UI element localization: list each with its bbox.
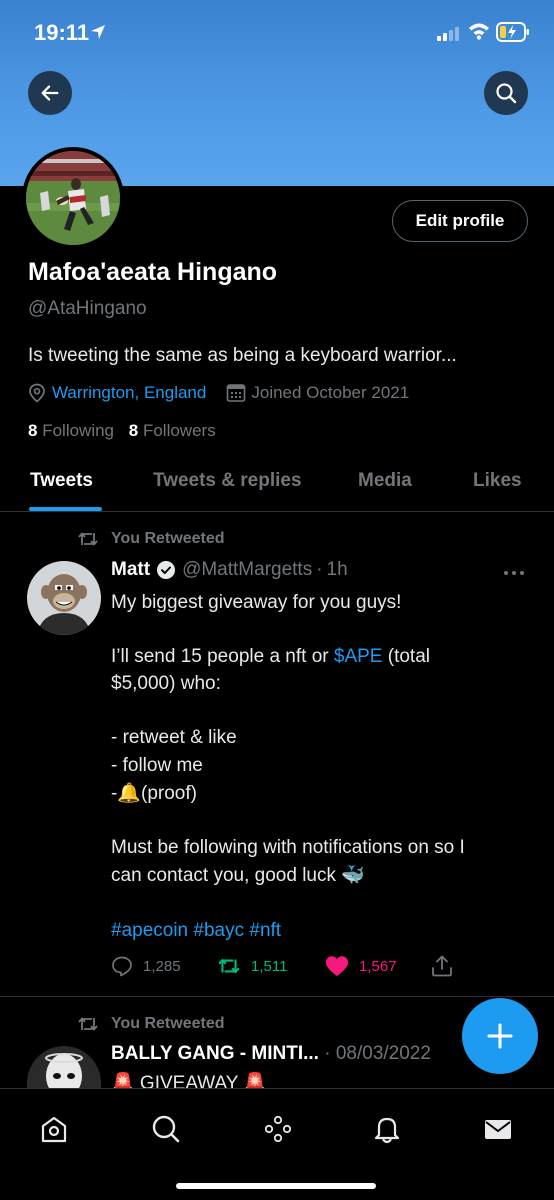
home-icon: [41, 1116, 67, 1143]
nav-explore[interactable]: [148, 1111, 184, 1147]
tweet-line-7: Must be following with notifications on …: [111, 837, 465, 858]
tweet-author-avatar[interactable]: [27, 561, 101, 635]
share-icon[interactable]: [431, 955, 453, 977]
tweet-date-2: 08/03/2022: [335, 1043, 431, 1064]
heart-icon: [326, 956, 348, 976]
reply-count: 1,285: [143, 957, 181, 975]
edit-profile-button[interactable]: Edit profile: [392, 200, 528, 242]
retweet-label-2: You Retweeted: [111, 1015, 225, 1032]
tweet-hashtags: #apecoin #bayc #nft: [111, 917, 531, 944]
profile-bio: Is tweeting the same as being a keyboard…: [28, 345, 457, 366]
following-link[interactable]: 8 Following: [28, 421, 114, 440]
tab-likes[interactable]: Likes: [473, 470, 522, 492]
tweet-line-8: can contact you, good luck 🐳: [111, 865, 365, 886]
tweet-separator-2: ·: [324, 1043, 331, 1064]
bell-icon: [374, 1117, 400, 1144]
tweet-actions: 1,285 1,511 1,567: [111, 955, 531, 979]
home-indicator: [176, 1183, 376, 1189]
following-count: 8: [28, 421, 38, 440]
tweet-author-name-2[interactable]: BALLY GANG - MINTI...: [111, 1043, 319, 1064]
retweet-context: You Retweeted: [77, 529, 225, 549]
back-button[interactable]: [28, 71, 72, 115]
tweet-divider: [0, 996, 554, 997]
reply-icon: [112, 956, 132, 977]
profile-name: Mafoa'aeata Hingano: [28, 258, 278, 286]
followers-count: 8: [128, 421, 139, 440]
verified-badge-icon: [157, 561, 176, 579]
retweet-icon: [78, 1017, 98, 1031]
tab-tweets-replies[interactable]: Tweets & replies: [153, 470, 302, 492]
tweet-line-3: $5,000) who:: [111, 673, 221, 694]
more-icon[interactable]: [503, 570, 525, 576]
profile-joined: Joined October 2021: [251, 383, 410, 402]
tweet-line-1: My biggest giveaway for you guys!: [111, 592, 402, 613]
reply-button[interactable]: 1,285: [111, 955, 181, 977]
tweet-author-name[interactable]: Matt: [111, 559, 150, 581]
tweet-separator: ·: [316, 559, 323, 580]
profile-handle: @AtaHingano: [28, 298, 147, 319]
profile-meta: Warrington, England Joined October 2021: [28, 381, 409, 405]
retweet-icon: [218, 958, 240, 974]
tweet-header: Matt @MattMargetts · 1h: [111, 559, 348, 581]
retweet-button[interactable]: 1,511: [217, 955, 287, 977]
back-arrow-icon: [41, 85, 59, 101]
nav-messages[interactable]: [480, 1111, 516, 1147]
tweet-line-4: - retweet & like: [111, 727, 237, 748]
bell-emoji: 🔔: [117, 783, 141, 804]
location-arrow-icon: [91, 25, 105, 39]
compose-tweet-button[interactable]: [462, 998, 538, 1074]
wifi-icon: [469, 23, 489, 40]
retweet-icon: [78, 532, 98, 546]
followers-label: Followers: [142, 421, 216, 440]
active-tab-indicator: [29, 507, 102, 511]
tweet-line-6: -🔔(proof): [111, 783, 197, 804]
tweet-text-2: 🚨 GIVEAWAY 🚨: [111, 1073, 268, 1088]
whale-emoji: 🐳: [341, 865, 365, 886]
status-bar: 19:11: [0, 0, 554, 66]
spaces-icon: [264, 1115, 292, 1143]
search-button[interactable]: [484, 71, 528, 115]
followers-link[interactable]: 8 Followers: [129, 421, 216, 440]
mail-icon: [485, 1120, 511, 1139]
retweet-label: You Retweeted: [111, 530, 225, 547]
tab-media[interactable]: Media: [358, 470, 412, 492]
like-button[interactable]: 1,567: [325, 955, 397, 977]
hashtag-nft[interactable]: #nft: [249, 920, 281, 941]
explore-icon: [152, 1115, 180, 1143]
nav-notifications[interactable]: [369, 1111, 405, 1147]
tweet-line-5: - follow me: [111, 755, 203, 776]
like-count: 1,567: [359, 957, 397, 975]
nav-spaces[interactable]: [260, 1111, 296, 1147]
compose-plus-icon: [487, 1023, 513, 1049]
search-icon: [496, 83, 517, 104]
calendar-icon: [227, 384, 246, 402]
tweet-author-handle[interactable]: @MattMargetts: [182, 559, 312, 581]
location-pin-icon: [29, 383, 45, 403]
profile-tabs: Tweets Tweets & replies Media Likes: [0, 460, 554, 512]
cellular-signal-icon: [437, 27, 459, 41]
hashtag-bayc[interactable]: #bayc: [193, 920, 244, 941]
tab-tweets[interactable]: Tweets: [30, 470, 93, 492]
retweet-count: 1,511: [251, 957, 288, 975]
profile-avatar[interactable]: [22, 147, 124, 249]
tweet-line-2: I’ll send 15 people a nft or $APE (total: [111, 646, 430, 667]
retweet-context-2: You Retweeted: [77, 1014, 225, 1034]
status-time: 19:11: [34, 20, 90, 45]
following-label: Following: [42, 421, 115, 440]
follow-stats: 8 Following 8 Followers: [28, 421, 216, 441]
cashtag-ape[interactable]: $APE: [334, 646, 383, 667]
hashtag-apecoin[interactable]: #apecoin: [111, 920, 188, 941]
nav-home[interactable]: [36, 1111, 72, 1147]
battery-charging-icon: [496, 22, 529, 42]
tweet-author-avatar-2[interactable]: [27, 1046, 101, 1088]
tweet-time: 1h: [326, 559, 348, 580]
tweet-header-2: BALLY GANG - MINTI... · 08/03/2022: [111, 1043, 476, 1065]
profile-location[interactable]: Warrington, England: [52, 383, 206, 403]
